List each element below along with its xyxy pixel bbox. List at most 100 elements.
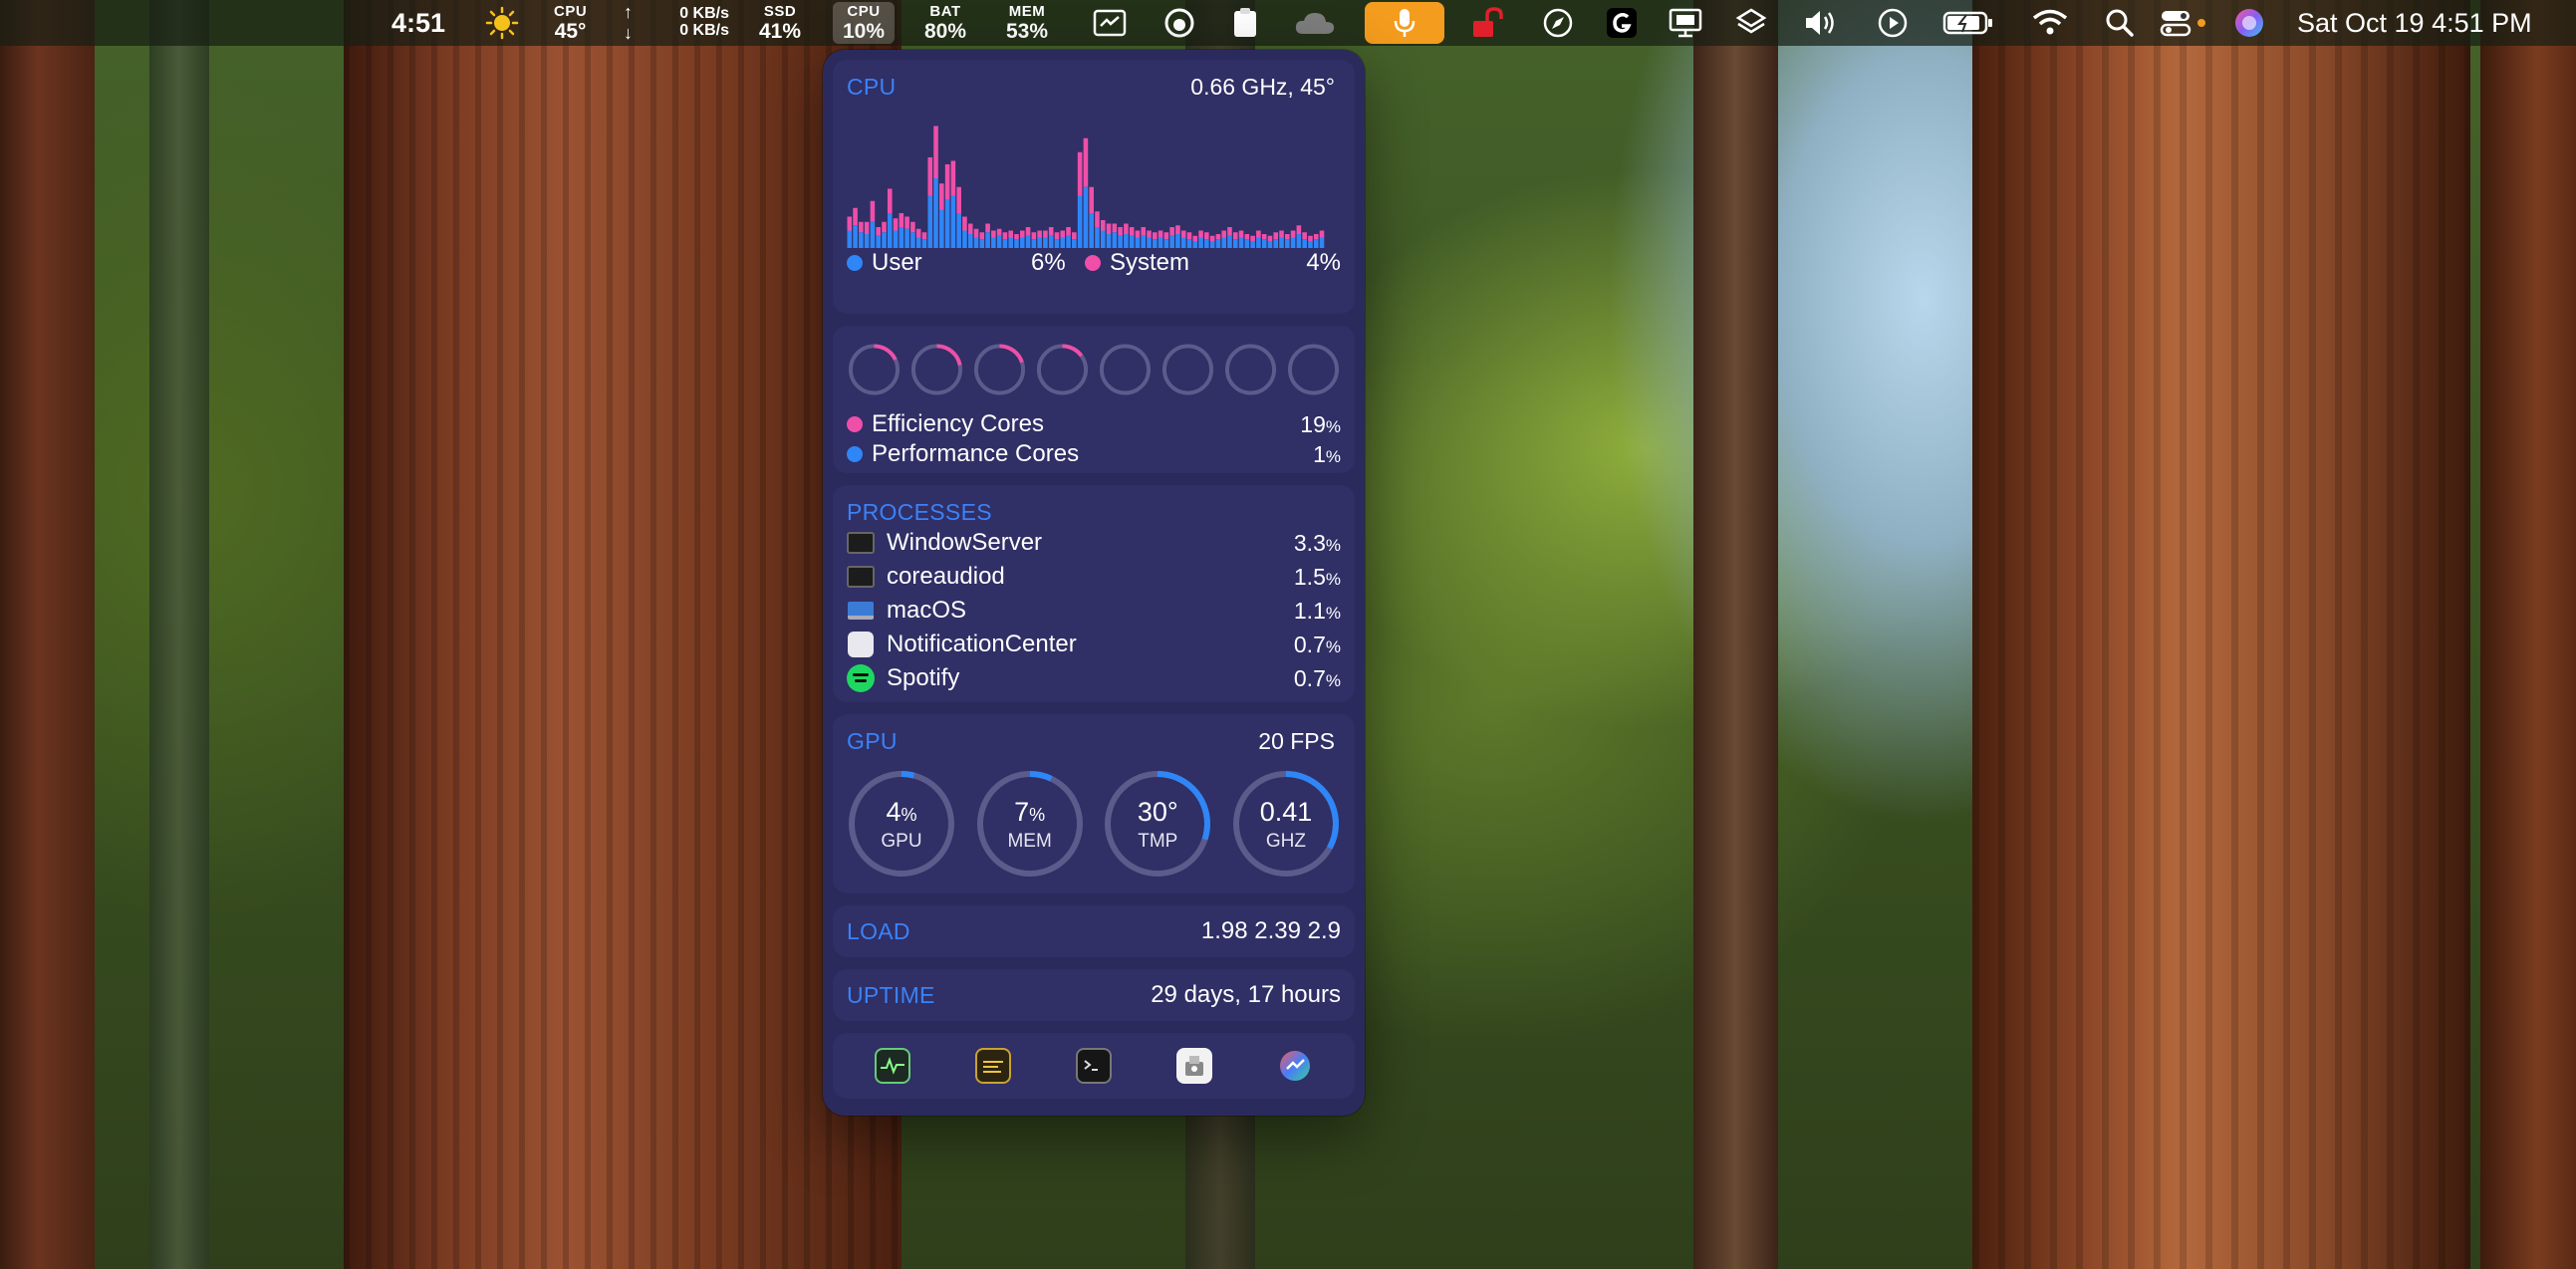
- cpu-user-bar: [910, 232, 915, 248]
- cpu-system-bar: [1204, 232, 1209, 240]
- grammarly-icon[interactable]: [1602, 0, 1642, 46]
- menubar-ssd[interactable]: SSD 41%: [759, 0, 801, 46]
- process-row[interactable]: WindowServer 3.3%: [847, 526, 1341, 560]
- cpu-system-bar: [1037, 230, 1042, 238]
- process-row[interactable]: NotificationCenter 0.7%: [847, 628, 1341, 661]
- siri-icon[interactable]: [2229, 0, 2269, 46]
- cpu-user-bar: [1106, 234, 1112, 248]
- cpu-user-bar: [1031, 239, 1037, 248]
- cloud-icon[interactable]: [1291, 0, 1339, 46]
- cpu-user-bar: [933, 178, 938, 248]
- cpu-user-bar: [1077, 195, 1083, 248]
- compass-icon[interactable]: [1538, 0, 1578, 46]
- cpu-user-bar: [1060, 237, 1066, 248]
- menubar-date[interactable]: Sat Oct 19 4:51 PM: [2297, 0, 2532, 46]
- search-icon[interactable]: [2100, 0, 2140, 46]
- cpu-user-bar: [921, 239, 927, 248]
- cpu-legend: User 6% System 4%: [847, 248, 1341, 278]
- gauge-label: MEM: [1007, 831, 1052, 852]
- core-ring: [1036, 344, 1089, 395]
- menubar-time[interactable]: 4:51: [391, 0, 445, 46]
- menubar-cpu-temp[interactable]: CPU 45°: [554, 0, 587, 46]
- cpu-user-bar: [1129, 235, 1135, 248]
- cpu-system-bar: [1118, 227, 1123, 236]
- menubar-network[interactable]: 0 KB/s 0 KB/s: [663, 0, 729, 46]
- activity-monitor-icon[interactable]: [875, 1048, 911, 1084]
- cpu-system-bar: [1060, 230, 1066, 238]
- menubar-battery-stat[interactable]: BAT 80%: [924, 0, 966, 46]
- cpu-user-bar: [1192, 241, 1198, 248]
- cpu-user-bar: [1002, 239, 1008, 248]
- cpu-user-bar: [1037, 237, 1042, 248]
- core-ring: [1161, 344, 1214, 395]
- ssd-value: 41%: [759, 20, 802, 43]
- cpu-user-bar: [899, 227, 904, 248]
- cpu-system-bar: [1319, 230, 1325, 238]
- cpu-system-bar: [882, 221, 887, 233]
- cpu-system-bar: [887, 188, 893, 213]
- cpu-user-bar: [939, 209, 944, 248]
- control-center-icon[interactable]: [2158, 0, 2209, 46]
- weather-sun-icon[interactable]: [482, 0, 522, 46]
- gauge-label: GHZ: [1265, 831, 1307, 852]
- process-cpu-pct: 3.3: [1293, 529, 1326, 556]
- cores-section: Efficiency Cores 19% Performance Cores 1…: [833, 326, 1355, 473]
- cpu-user-bar: [1169, 235, 1174, 248]
- cpu-system-bar: [1129, 227, 1135, 236]
- cpu-user-bar: [1025, 235, 1031, 248]
- cpu-user-bar: [904, 228, 909, 248]
- cpu-user-bar: [1198, 237, 1203, 248]
- process-row[interactable]: macOS 1.1%: [847, 594, 1341, 628]
- process-row[interactable]: coreaudiod 1.5%: [847, 560, 1341, 594]
- cpu-system-bar: [1048, 227, 1054, 236]
- gpu-gauge-gpu: 4% GPU: [847, 769, 956, 879]
- clipboard-icon[interactable]: [1225, 0, 1265, 46]
- cpu-system-bar: [1290, 230, 1296, 238]
- core-ring: [848, 344, 901, 395]
- cpu-system-bar: [1066, 227, 1071, 236]
- cpu-user-bar: [991, 237, 996, 248]
- cpu-user-bar: [1221, 237, 1226, 248]
- display-icon[interactable]: [1666, 0, 1705, 46]
- cpu-user-bar: [847, 230, 853, 248]
- menubar-memory[interactable]: MEM 53%: [1006, 0, 1048, 46]
- podcast-icon[interactable]: [1159, 0, 1199, 46]
- microphone-icon[interactable]: [1365, 2, 1444, 44]
- process-row[interactable]: Spotify 0.7%: [847, 661, 1341, 695]
- cpu-user-bar: [1232, 239, 1238, 248]
- istat-popover: CPU 0.66 GHz, 45° User 6% System 4% Effi…: [823, 50, 1365, 1116]
- cpu-user-bar: [1043, 237, 1048, 248]
- cpu-system-bar: [996, 228, 1002, 236]
- process-name: coreaudiod: [887, 563, 1005, 590]
- cpu-user-bar: [1048, 235, 1054, 248]
- wifi-icon[interactable]: [2030, 0, 2070, 46]
- efficiency-cores-row: Efficiency Cores 19%: [847, 409, 1341, 439]
- cpu-user-bar: [1244, 239, 1250, 248]
- cpu-user-bar: [1112, 232, 1118, 248]
- screen-capture-icon[interactable]: [1090, 0, 1130, 46]
- now-playing-icon[interactable]: [1873, 0, 1913, 46]
- cpu-system-bar: [1147, 230, 1152, 238]
- cpu-user-bar: [967, 234, 973, 248]
- system-report-icon[interactable]: [1175, 1048, 1212, 1084]
- layers-icon[interactable]: [1731, 0, 1771, 46]
- cpu-user-bar: [950, 195, 956, 248]
- volume-icon[interactable]: [1801, 0, 1841, 46]
- cpu-temp-value: 45°: [554, 20, 587, 43]
- process-name: macOS: [887, 597, 967, 624]
- cpu-user-bar: [1215, 239, 1221, 248]
- lock-icon[interactable]: [1468, 0, 1508, 46]
- ssd-label: SSD: [763, 3, 797, 20]
- performance-pct-sign: %: [1325, 446, 1341, 466]
- cpu-system-bar: [864, 221, 870, 234]
- cpu-user-bar: [1296, 234, 1302, 248]
- core-ring: [1224, 344, 1277, 395]
- cpu-usage-value: 10%: [843, 20, 886, 43]
- istat-menus-icon[interactable]: [1277, 1048, 1313, 1084]
- battery-icon[interactable]: [1940, 0, 1996, 46]
- terminal-app-icon[interactable]: [1075, 1048, 1112, 1084]
- performance-cores-row: Performance Cores 1%: [847, 439, 1341, 469]
- menubar-cpu-usage[interactable]: CPU 10%: [833, 2, 896, 44]
- console-icon[interactable]: [975, 1048, 1012, 1084]
- cpu-system-bar: [1250, 235, 1255, 241]
